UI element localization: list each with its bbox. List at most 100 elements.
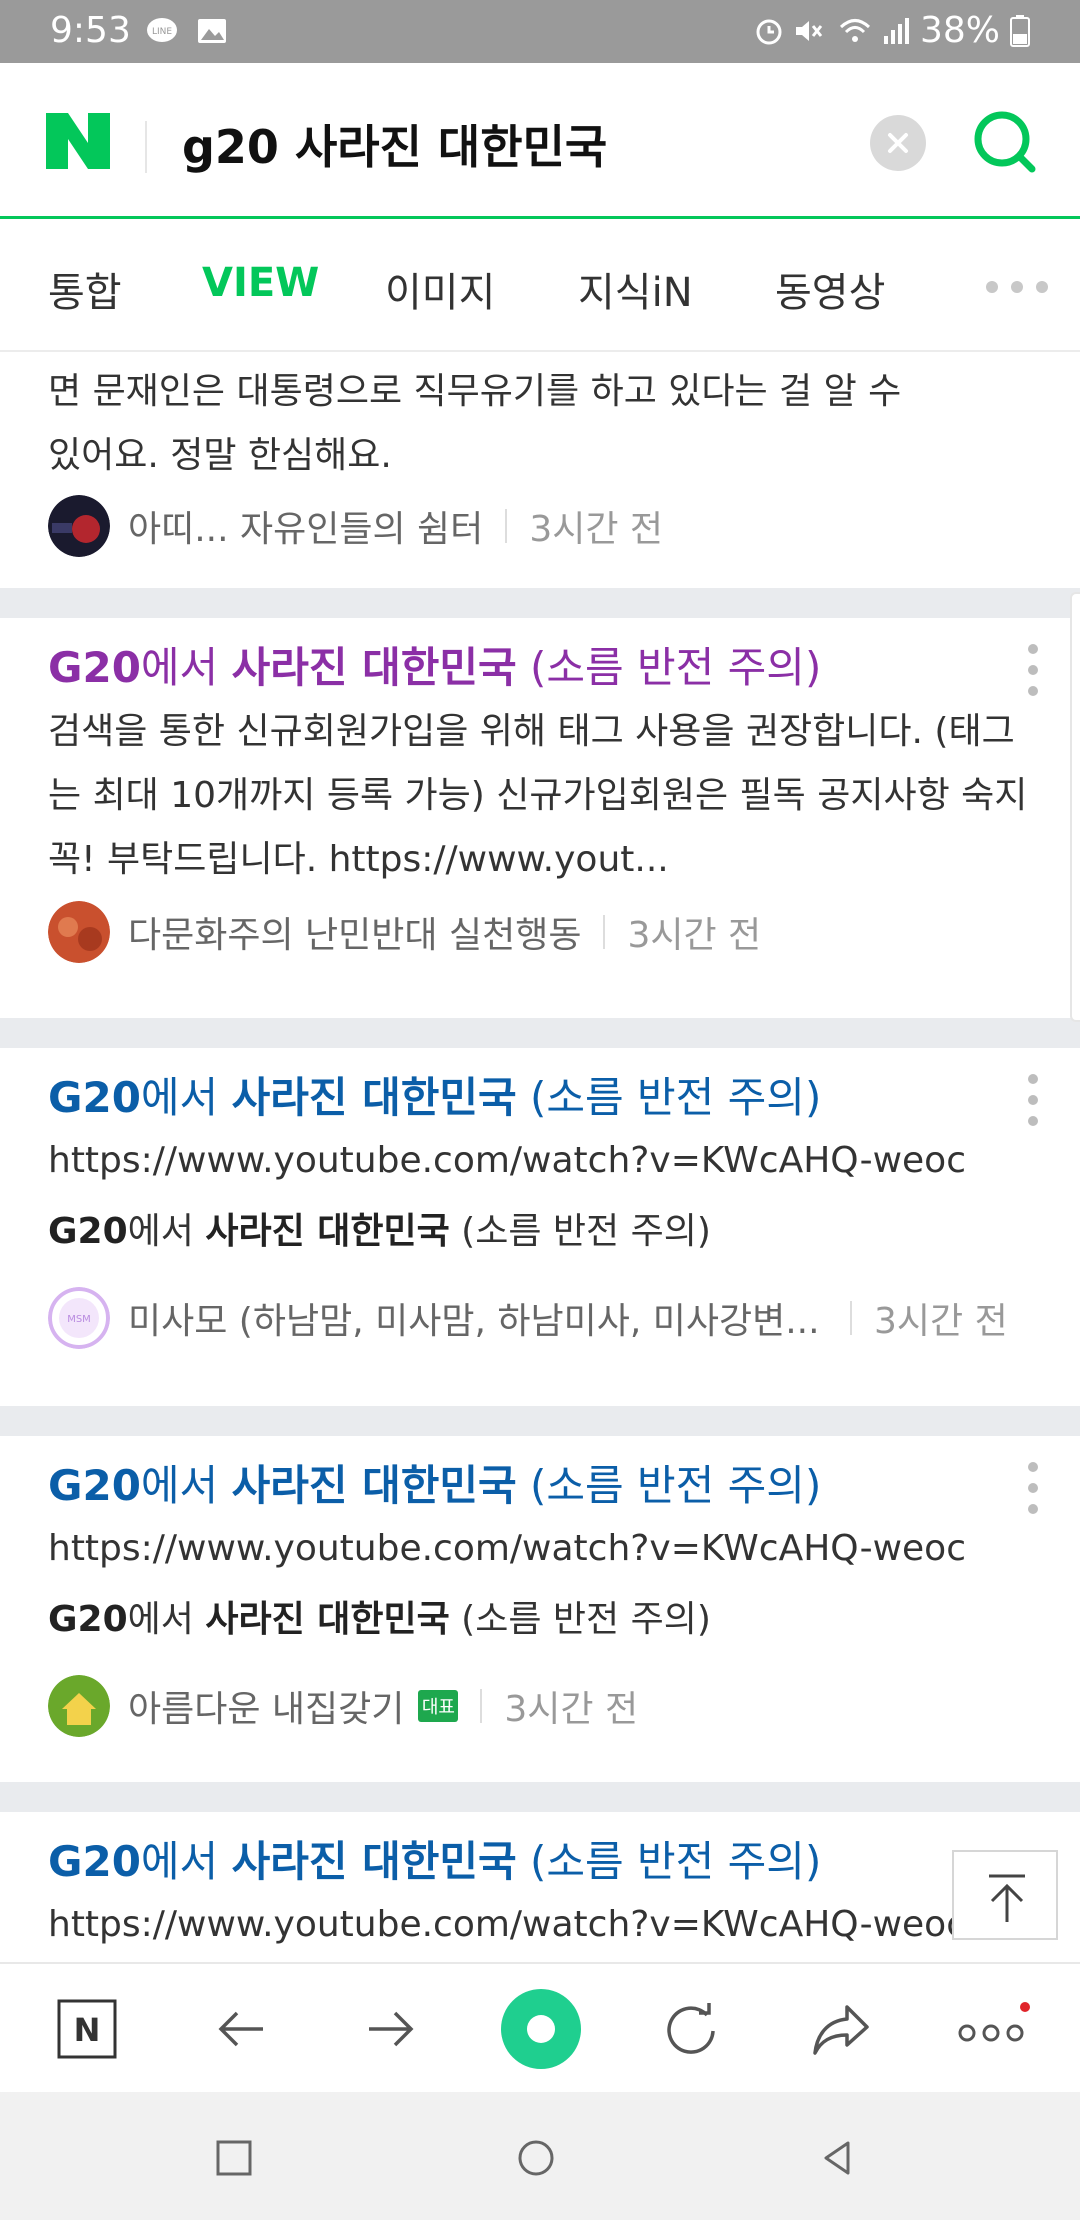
search-button[interactable] (970, 107, 1040, 177)
system-back-button[interactable] (808, 2128, 868, 2188)
author-name: 아름다운 내집갖기 (128, 1689, 405, 1730)
result-author[interactable]: 아띠... 자유인들의 쉼터 3시간 전 (48, 495, 664, 557)
snippet-text: (소름 반전 주의) (449, 1211, 711, 1252)
result-snippet: G20에서 사라진 대한민국 (소름 반전 주의) (48, 1590, 711, 1642)
back-button[interactable] (196, 1984, 286, 2074)
result-url: https://www.youtube.com/watch?v=KWcAHQ-w… (48, 1140, 966, 1181)
gallery-notification-icon (198, 19, 226, 43)
reload-icon (667, 2003, 715, 2054)
title-keyword: G20 (48, 1073, 141, 1122)
post-time: 3시간 전 (627, 915, 762, 956)
result-title[interactable]: G20에서 사라진 대한민국 (소름 반전 주의) (48, 634, 821, 695)
result-card[interactable]: G20에서 사라진 대한민국 (소름 반전 주의) https://www.yo… (0, 1812, 1080, 1960)
snippet-keyword: G20 (48, 1599, 128, 1640)
more-button[interactable] (946, 1984, 1036, 2074)
avatar: MSM (48, 1287, 110, 1349)
result-title[interactable]: G20에서 사라진 대한민국 (소름 반전 주의) (48, 1828, 821, 1889)
avatar (48, 495, 110, 557)
forward-arrow-icon (369, 2011, 414, 2047)
wifi-icon (839, 19, 871, 42)
search-header: g20 사라진 대한민국 (0, 63, 1080, 219)
more-options-icon[interactable] (1026, 1460, 1040, 1516)
forward-button[interactable] (346, 1984, 436, 2074)
more-options-icon[interactable] (1026, 1072, 1040, 1128)
header-divider (145, 121, 147, 173)
card-separator (0, 1018, 1080, 1048)
svg-text:N: N (74, 2011, 101, 2049)
post-time: 3시간 전 (874, 1301, 1008, 1342)
title-keyword: G20 (48, 1837, 141, 1886)
result-title[interactable]: G20에서 사라진 대한민국 (소름 반전 주의) (48, 1452, 821, 1513)
more-icon (958, 2002, 1030, 2042)
avatar (48, 1675, 110, 1737)
status-time: 9:53 (50, 10, 131, 51)
signal-icon (884, 18, 909, 44)
home-button[interactable] (506, 2128, 566, 2188)
battery-icon (1010, 15, 1030, 47)
search-tabs: 통합 VIEW 이미지 지식iN 동영상 (0, 222, 1080, 352)
result-snippet: G20에서 사라진 대한민국 (소름 반전 주의) (48, 1202, 711, 1254)
status-bar: 9:53 LINE 38% (0, 0, 1080, 63)
title-keyword: 사라진 대한민국 (231, 1461, 517, 1510)
recent-apps-icon (216, 2140, 252, 2176)
reload-button[interactable] (646, 1984, 736, 2074)
post-time: 3시간 전 (504, 1689, 639, 1730)
title-keyword: 사라진 대한민국 (231, 1073, 517, 1122)
divider (850, 1301, 852, 1335)
title-keyword: G20 (48, 1461, 141, 1510)
result-author[interactable]: MSM 미사모 (하남맘, 미사맘, 하남미사, 미사강변... 3시간 전 (48, 1287, 1038, 1349)
tab-images[interactable]: 이미지 (385, 260, 495, 318)
title-text: 에서 (140, 1461, 232, 1510)
divider (480, 1689, 483, 1723)
result-author[interactable]: 다문화주의 난민반대 실천행동 3시간 전 (48, 901, 762, 963)
svg-text:LINE: LINE (152, 27, 172, 37)
title-keyword: G20 (48, 643, 141, 692)
green-dot-icon (501, 1989, 581, 2069)
title-text: (소름 반전 주의) (516, 1073, 822, 1122)
tab-view[interactable]: VIEW (202, 260, 319, 306)
author-name: 미사모 (하남맘, 미사맘, 하남미사, 미사강변... (128, 1301, 820, 1342)
naver-logo-icon[interactable] (46, 113, 110, 169)
result-url: https://www.youtube.com/watch?v=KWcAHQ-w… (48, 1904, 966, 1945)
tab-knowledge-in[interactable]: 지식iN (578, 260, 693, 318)
recent-apps-button[interactable] (204, 2128, 264, 2188)
title-text: (소름 반전 주의) (516, 1837, 822, 1886)
arrow-up-icon (989, 1874, 1025, 1922)
android-nav-bar (0, 2092, 1080, 2220)
title-keyword: 사라진 대한민국 (231, 1837, 517, 1886)
result-card[interactable]: 면 문재인은 대통령으로 직무유기를 하고 있다는 걸 알 수 있어요. 정말 … (0, 352, 1080, 588)
more-options-icon[interactable] (1026, 642, 1040, 698)
title-keyword: 사라진 대한민국 (231, 643, 517, 692)
browser-toolbar: N (0, 1962, 1080, 2092)
naver-home-button[interactable]: N (42, 1984, 132, 2074)
battery-percent: 38% (919, 10, 1000, 51)
search-input[interactable]: g20 사라진 대한민국 (182, 111, 607, 177)
close-icon (888, 133, 908, 153)
title-text: 에서 (140, 1837, 232, 1886)
clear-search-button[interactable] (870, 115, 926, 171)
result-snippet: 검색을 통한 신규회원가입을 위해 태그 사용을 권장합니다. (태그는 최대 … (48, 711, 1028, 880)
result-card[interactable]: G20에서 사라진 대한민국 (소름 반전 주의) https://www.yo… (0, 1048, 1080, 1388)
author-name: 다문화주의 난민반대 실천행동 (128, 915, 582, 956)
divider (603, 915, 606, 949)
share-button[interactable] (796, 1984, 886, 2074)
svg-text:MSM: MSM (67, 1314, 91, 1325)
snippet-keyword: 사라진 대한민국 (205, 1599, 450, 1640)
line-notification-icon: LINE (147, 18, 177, 42)
search-icon (974, 111, 1036, 173)
title-text: (소름 반전 주의) (516, 1461, 822, 1510)
post-time: 3시간 전 (529, 509, 664, 550)
scroll-to-top-button[interactable] (952, 1850, 1058, 1940)
scrollbar[interactable] (1070, 592, 1080, 1022)
result-author[interactable]: 아름다운 내집갖기 대표 3시간 전 (48, 1675, 639, 1737)
result-title[interactable]: G20에서 사라진 대한민국 (소름 반전 주의) (48, 1064, 821, 1125)
snippet-keyword: G20 (48, 1211, 128, 1252)
result-card[interactable]: G20에서 사라진 대한민국 (소름 반전 주의) 검색을 통한 신규회원가입을… (0, 618, 1080, 968)
tab-integrated[interactable]: 통합 (48, 260, 122, 318)
snippet-text: (소름 반전 주의) (449, 1599, 711, 1640)
result-card[interactable]: G20에서 사라진 대한민국 (소름 반전 주의) https://www.yo… (0, 1436, 1080, 1776)
green-dot-button[interactable] (496, 1984, 586, 2074)
more-tabs-icon[interactable] (982, 277, 1052, 297)
naver-home-icon: N (57, 1999, 117, 2059)
tab-videos[interactable]: 동영상 (775, 260, 885, 318)
